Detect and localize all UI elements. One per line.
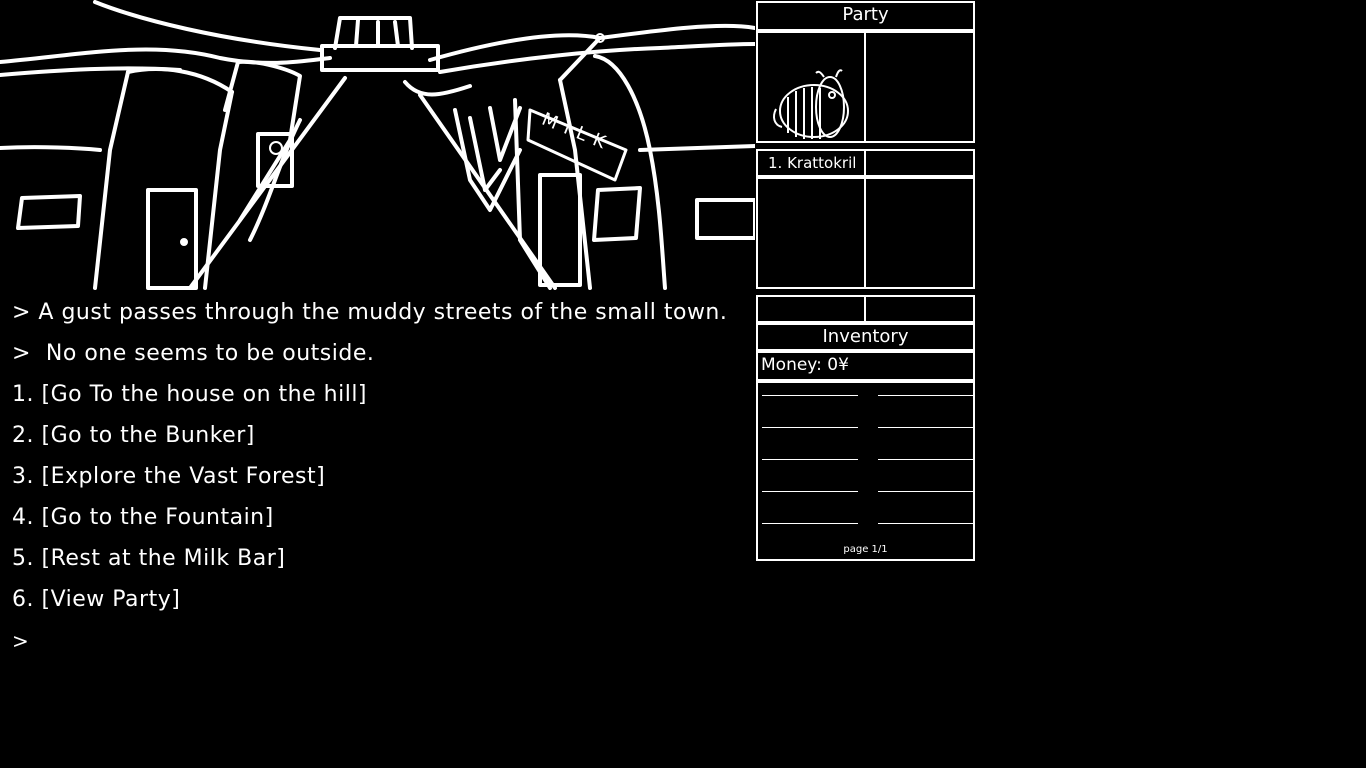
inventory-slot[interactable]	[762, 427, 858, 428]
inventory-slot[interactable]	[878, 427, 974, 428]
inventory-slot[interactable]	[878, 491, 974, 492]
party-slot-2-portrait[interactable]	[864, 31, 975, 143]
party-slot-2-name[interactable]	[864, 149, 975, 177]
option-fountain[interactable]: 4. [Go to the Fountain]	[12, 501, 752, 542]
command-prompt[interactable]: >	[12, 624, 752, 665]
inventory-header: Inventory	[756, 323, 975, 351]
party-title: Party	[842, 4, 889, 25]
inventory-title: Inventory	[822, 326, 909, 347]
money-display: Money: 0¥	[761, 355, 849, 375]
sidebar: Party 1. Krattokril Inventory Money: 0¥	[754, 1, 977, 561]
inventory-slot[interactable]	[762, 395, 858, 396]
party-slot-1-portrait[interactable]	[756, 31, 866, 143]
inventory-slot[interactable]	[762, 491, 858, 492]
bug-creature-icon	[773, 69, 849, 139]
option-house-on-hill[interactable]: 1. [Go To the house on the hill]	[12, 378, 752, 419]
narration-line: > No one seems to be outside.	[12, 341, 375, 366]
party-slot-4-name[interactable]	[864, 295, 975, 323]
town-scene: MILK	[0, 0, 757, 290]
money-row: Money: 0¥	[756, 351, 975, 381]
inventory-slot[interactable]	[878, 459, 974, 460]
party-header: Party	[756, 1, 975, 31]
narration-line: > A gust passes through the muddy street…	[12, 300, 728, 325]
party-slot-1-name[interactable]: 1. Krattokril	[756, 149, 866, 177]
inventory-list: page 1/1	[756, 381, 975, 561]
option-milk-bar[interactable]: 5. [Rest at the Milk Bar]	[12, 542, 752, 583]
party-slot-3-name[interactable]	[756, 295, 866, 323]
party-slot-4-portrait[interactable]	[864, 177, 975, 289]
inventory-slot[interactable]	[762, 523, 858, 524]
inventory-slot[interactable]	[878, 523, 974, 524]
inventory-page-label: page 1/1	[843, 544, 888, 555]
inventory-slot[interactable]	[878, 395, 974, 396]
party-member-name: 1. Krattokril	[768, 154, 857, 172]
party-slot-3-portrait[interactable]	[756, 177, 866, 289]
option-bunker[interactable]: 2. [Go to the Bunker]	[12, 419, 752, 460]
text-log: > A gust passes through the muddy street…	[12, 296, 752, 665]
option-vast-forest[interactable]: 3. [Explore the Vast Forest]	[12, 460, 752, 501]
inventory-slot[interactable]	[762, 459, 858, 460]
option-view-party[interactable]: 6. [View Party]	[12, 583, 752, 624]
